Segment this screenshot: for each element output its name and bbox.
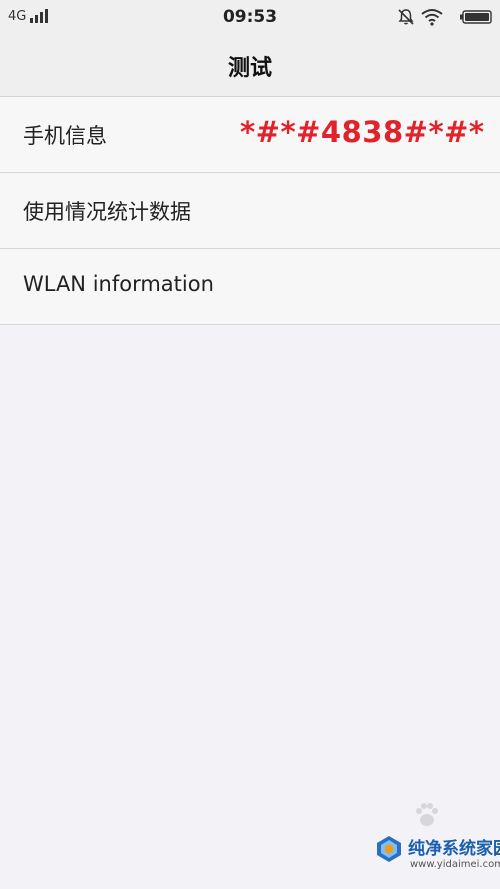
- watermark: 纯净系统家园 www.yidaimei.com: [374, 832, 500, 880]
- site-logo-icon: [377, 836, 401, 862]
- list-item-label: WLAN information: [23, 272, 214, 296]
- battery-icon: [460, 10, 492, 24]
- nav-bar: 测试: [0, 34, 500, 97]
- page-title: 测试: [227, 56, 272, 81]
- list-item-label: 使用情况统计数据: [23, 200, 191, 224]
- wifi-icon: [421, 9, 443, 26]
- list-item-wlan-info[interactable]: WLAN information: [0, 249, 500, 325]
- watermark-title: 纯净系统家园: [408, 839, 500, 859]
- dial-code-annotation: *#*#4838#*#*: [240, 115, 485, 149]
- status-icons: [397, 7, 492, 27]
- watermark-url: www.yidaimei.com: [410, 859, 500, 870]
- paw-watermark-icon: [416, 803, 438, 826]
- list-item-label: 手机信息: [23, 124, 107, 148]
- status-bar: 4G 09:53: [0, 0, 500, 34]
- list-item-usage-stats[interactable]: 使用情况统计数据: [0, 173, 500, 249]
- bell-off-icon: [398, 9, 414, 25]
